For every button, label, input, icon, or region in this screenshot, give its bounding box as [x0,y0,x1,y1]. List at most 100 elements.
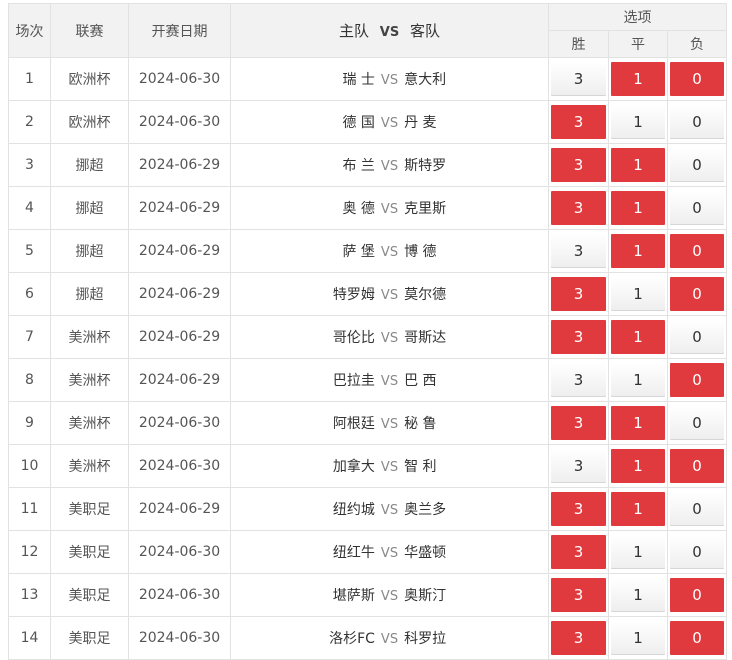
teams: 萨 堡VS博 德 [231,230,549,273]
home-team: 奥 德 [265,198,375,218]
vs-label: VS [375,116,404,131]
vs-label: VS [375,589,404,604]
option-win[interactable]: 3 [551,277,606,311]
table-row: 5挪超2024-06-29萨 堡VS博 德310 [9,230,732,273]
option-draw[interactable]: 1 [611,320,665,354]
option-draw[interactable]: 1 [611,105,665,139]
option-lose[interactable]: 0 [670,234,724,268]
option-lose[interactable]: 0 [670,320,724,354]
table-row: 8美洲杯2024-06-29巴拉圭VS巴 西310 [9,359,732,402]
away-team: 丹 麦 [404,112,514,132]
lose-cell: 0 [668,273,727,316]
match-no: 1 [9,58,51,101]
option-draw[interactable]: 1 [611,234,665,268]
away-team: 巴 西 [404,370,514,390]
option-draw[interactable]: 1 [611,277,665,311]
header-options: 选项 [549,4,727,31]
option-win[interactable]: 3 [551,449,606,483]
draw-cell: 1 [609,273,668,316]
option-draw[interactable]: 1 [611,492,665,526]
away-team: 斯特罗 [404,155,514,175]
option-win[interactable]: 3 [551,406,606,440]
vs-label: VS [375,374,404,389]
teams: 阿根廷VS秘 鲁 [231,402,549,445]
lose-cell: 0 [668,617,727,660]
header-date: 开赛日期 [129,4,231,58]
option-lose[interactable]: 0 [670,148,724,182]
draw-cell: 1 [609,488,668,531]
option-win[interactable]: 3 [551,105,606,139]
option-lose[interactable]: 0 [670,621,724,655]
match-no: 5 [9,230,51,273]
option-lose[interactable]: 0 [670,492,724,526]
match-date: 2024-06-29 [129,316,231,359]
option-draw[interactable]: 1 [611,148,665,182]
match-date: 2024-06-29 [129,187,231,230]
win-cell: 3 [549,359,609,402]
win-cell: 3 [549,531,609,574]
match-date: 2024-06-30 [129,617,231,660]
header-vs: VS [374,25,405,40]
league: 美职足 [51,488,129,531]
match-date: 2024-06-29 [129,230,231,273]
header-lose: 负 [668,31,727,58]
match-date: 2024-06-30 [129,58,231,101]
option-lose[interactable]: 0 [670,105,724,139]
option-win[interactable]: 3 [551,234,606,268]
option-win[interactable]: 3 [551,320,606,354]
league: 挪超 [51,187,129,230]
away-team: 奥斯汀 [404,585,514,605]
option-win[interactable]: 3 [551,191,606,225]
match-no: 7 [9,316,51,359]
away-team: 莫尔德 [404,284,514,304]
option-draw[interactable]: 1 [611,363,665,397]
option-win[interactable]: 3 [551,535,606,569]
lose-cell: 0 [668,359,727,402]
match-no: 2 [9,101,51,144]
draw-cell: 1 [609,144,668,187]
option-lose[interactable]: 0 [670,62,724,96]
match-rows: 1欧洲杯2024-06-30瑞 士VS意大利3102欧洲杯2024-06-30德… [9,58,732,660]
option-lose[interactable]: 0 [670,578,724,612]
match-date: 2024-06-29 [129,488,231,531]
vs-label: VS [375,632,404,647]
option-lose[interactable]: 0 [670,363,724,397]
option-lose[interactable]: 0 [670,449,724,483]
option-lose[interactable]: 0 [670,277,724,311]
match-no: 12 [9,531,51,574]
option-lose[interactable]: 0 [670,191,724,225]
away-team: 华盛顿 [404,542,514,562]
home-team: 巴拉圭 [265,370,375,390]
draw-cell: 1 [609,402,668,445]
match-date: 2024-06-29 [129,144,231,187]
option-draw[interactable]: 1 [611,406,665,440]
header-win: 胜 [549,31,609,58]
option-win[interactable]: 3 [551,578,606,612]
league: 美洲杯 [51,359,129,402]
table-row: 3挪超2024-06-29布 兰VS斯特罗310 [9,144,732,187]
table-row: 13美职足2024-06-30堪萨斯VS奥斯汀310 [9,574,732,617]
option-win[interactable]: 3 [551,492,606,526]
vs-label: VS [375,159,404,174]
option-win[interactable]: 3 [551,621,606,655]
option-lose[interactable]: 0 [670,406,724,440]
option-win[interactable]: 3 [551,62,606,96]
league: 挪超 [51,230,129,273]
vs-label: VS [375,417,404,432]
table-row: 12美职足2024-06-30纽红牛VS华盛顿310 [9,531,732,574]
league: 美职足 [51,574,129,617]
option-lose[interactable]: 0 [670,535,724,569]
match-no: 11 [9,488,51,531]
option-draw[interactable]: 1 [611,621,665,655]
option-draw[interactable]: 1 [611,191,665,225]
header-league: 联赛 [51,4,129,58]
option-draw[interactable]: 1 [611,578,665,612]
home-team: 阿根廷 [265,413,375,433]
table-row: 10美洲杯2024-06-30加拿大VS智 利310 [9,445,732,488]
option-win[interactable]: 3 [551,148,606,182]
vs-label: VS [375,503,404,518]
option-draw[interactable]: 1 [611,535,665,569]
option-draw[interactable]: 1 [611,62,665,96]
option-draw[interactable]: 1 [611,449,665,483]
option-win[interactable]: 3 [551,363,606,397]
